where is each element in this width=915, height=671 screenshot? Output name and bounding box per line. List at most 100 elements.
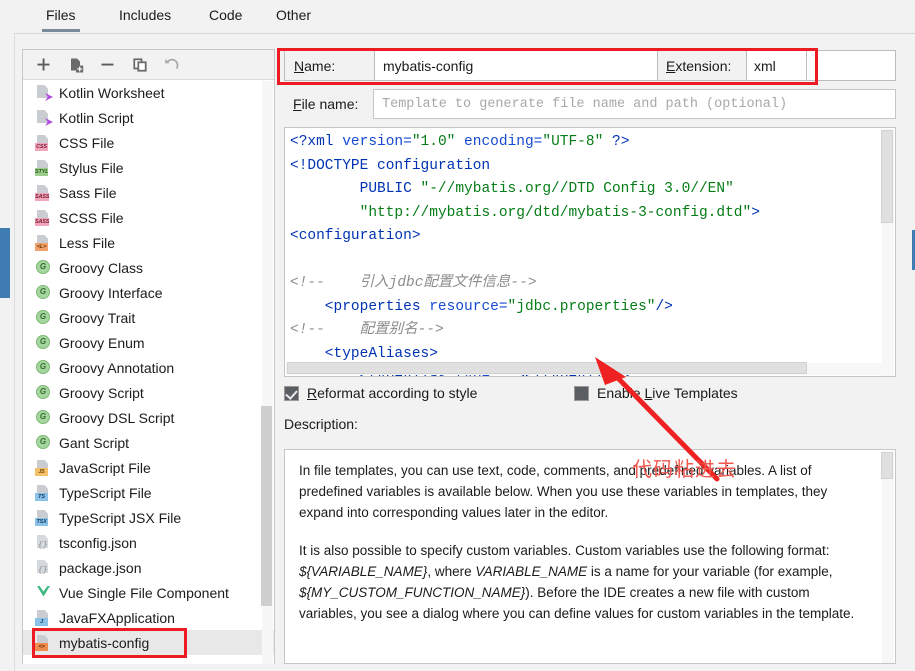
description-vertical-scrollbar[interactable] [881, 451, 894, 663]
tab-includes[interactable]: Includes [109, 0, 181, 33]
code-token: PUBLIC [290, 181, 421, 197]
code-token: resource= [420, 298, 508, 315]
list-item-label: SCSS File [59, 209, 124, 226]
description-scroll-thumb[interactable] [881, 452, 893, 479]
desc-p2-var1: ${VARIABLE_NAME} [299, 564, 428, 579]
editor-vertical-scrollbar[interactable] [881, 129, 894, 376]
list-item[interactable]: TS TypeScript File [23, 480, 274, 505]
extension-input-value: xml [754, 57, 776, 74]
tab-files[interactable]: Files [36, 0, 86, 33]
add-template-button[interactable] [33, 54, 54, 75]
list-item[interactable]: G Groovy Script [23, 380, 274, 405]
file-name-label-text: ile name: [301, 96, 359, 112]
code-line: <properties resource="jdbc.properties"/> [290, 296, 760, 320]
code-line: "http://mybatis.org/dtd/mybatis-3-config… [290, 202, 760, 226]
list-item[interactable]: G Gant Script [23, 430, 274, 455]
list-item[interactable]: Vue Single File Component [23, 580, 274, 605]
list-item[interactable]: Kotlin Worksheet [23, 80, 274, 105]
tab-code[interactable]: Code [199, 0, 252, 33]
chinese-annotation-note: 代码粘进去 [632, 457, 737, 481]
template-code-editor[interactable]: <?xml version="1.0" encoding="UTF-8" ?> <… [284, 127, 896, 377]
file-name-placeholder: Template to generate file name and path … [382, 96, 788, 112]
code-token: "1.0" [411, 134, 456, 150]
code-token: ?> [603, 134, 630, 150]
list-item-label: Groovy Interface [59, 284, 163, 301]
list-item[interactable]: <L> Less File [23, 230, 274, 255]
left-scrollbar-track[interactable] [3, 0, 11, 671]
live-templates-label: Enable Live Templates [597, 385, 738, 401]
code-line: <!-- 配置别名--> [290, 319, 760, 343]
sass-file-icon: SASS [35, 184, 52, 201]
extension-label-text: xtension: [675, 57, 732, 74]
groovy-icon: G [35, 284, 52, 301]
list-item[interactable]: G Groovy Class [23, 255, 274, 280]
code-token: "UTF-8" [542, 134, 604, 150]
editor-horizontal-scrollbar[interactable] [286, 362, 883, 375]
reformat-label: Reformat according to style [307, 385, 478, 401]
list-item-label: Sass File [59, 184, 117, 201]
list-item[interactable]: JS JavaScript File [23, 455, 274, 480]
tab-other[interactable]: Other [266, 0, 321, 33]
list-item[interactable]: J JavaFXApplication [23, 605, 274, 630]
groovy-icon: G [35, 384, 52, 401]
reset-template-icon[interactable] [161, 54, 182, 75]
list-item-mybatis-config[interactable]: <> mybatis-config [23, 630, 274, 655]
remove-template-button[interactable] [97, 54, 118, 75]
enable-live-templates-checkbox[interactable]: Enable Live Templates [574, 385, 738, 401]
list-item[interactable]: {} tsconfig.json [23, 530, 274, 555]
list-item[interactable]: SASS Sass File [23, 180, 274, 205]
groovy-icon: G [35, 359, 52, 376]
code-token: <configuration> [290, 228, 421, 244]
list-item[interactable]: Kotlin Script [23, 105, 274, 130]
xml-file-icon: <> [35, 634, 52, 651]
template-list-scroll-area[interactable]: Kotlin Worksheet Kotlin Script CSS CSS F… [23, 80, 274, 664]
java-file-icon: J [35, 609, 52, 626]
checkbox-icon-unchecked [574, 385, 589, 401]
list-item[interactable]: G Groovy DSL Script [23, 405, 274, 430]
app-left-scrollbar[interactable] [0, 0, 15, 671]
copy-template-button[interactable] [129, 54, 150, 75]
list-item[interactable]: G Groovy Enum [23, 330, 274, 355]
editor-vertical-scroll-thumb[interactable] [881, 130, 893, 223]
list-item-label: Kotlin Worksheet [59, 84, 165, 101]
kotlin-file-icon [35, 84, 53, 101]
list-item-label: Gant Script [59, 434, 130, 451]
list-item[interactable]: SASS SCSS File [23, 205, 274, 230]
code-token: "-//mybatis.org//DTD Config 3.0//EN" [420, 181, 734, 197]
create-child-template-icon[interactable] [65, 54, 86, 75]
description-box[interactable]: In file templates, you can use text, cod… [284, 449, 896, 664]
reformat-according-to-style-checkbox[interactable]: Reformat according to style [284, 385, 477, 401]
template-code-content: <?xml version="1.0" encoding="UTF-8" ?> <… [290, 131, 760, 376]
file-name-input[interactable]: Template to generate file name and path … [373, 89, 896, 119]
desc-p2-var2: VARIABLE_NAME [475, 564, 588, 579]
list-item-label: JavaScript File [59, 459, 151, 476]
code-token: "jdbc.properties" [507, 298, 656, 315]
settings-tab-bar: Files Includes Code Other [14, 0, 915, 34]
list-item[interactable]: {} package.json [23, 555, 274, 580]
list-item[interactable]: G Groovy Interface [23, 280, 274, 305]
javascript-file-icon: JS [35, 459, 52, 476]
template-list-vertical-scrollbar[interactable] [261, 81, 273, 664]
list-item[interactable]: STYL Stylus File [23, 155, 274, 180]
left-scrollbar-thumb[interactable] [0, 228, 10, 298]
groovy-icon: G [35, 409, 52, 426]
list-item[interactable]: G Groovy Trait [23, 305, 274, 330]
list-item[interactable]: G Groovy Annotation [23, 355, 274, 380]
file-name-row: File name: Template to generate file nam… [284, 89, 896, 119]
css-file-icon: CSS [35, 134, 52, 151]
list-item[interactable]: TSX TypeScript JSX File [23, 505, 274, 530]
list-item-label: Groovy Enum [59, 334, 145, 351]
list-item-label: Groovy Class [59, 259, 144, 276]
editor-horizontal-scroll-thumb[interactable] [287, 362, 807, 374]
name-input[interactable]: mybatis-config [374, 51, 658, 80]
extension-input[interactable]: xml [746, 51, 807, 80]
template-list-scroll-thumb[interactable] [261, 406, 272, 606]
editor-options-row: Reformat according to style Enable Live … [284, 385, 896, 411]
template-list-panel: Kotlin Worksheet Kotlin Script CSS CSS F… [22, 49, 275, 664]
list-item-label: Groovy Trait [59, 309, 136, 326]
list-item-label: CSS File [59, 134, 115, 151]
list-item[interactable]: CSS CSS File [23, 130, 274, 155]
list-item-label: Groovy Script [59, 384, 144, 401]
code-token: version= [333, 134, 412, 150]
